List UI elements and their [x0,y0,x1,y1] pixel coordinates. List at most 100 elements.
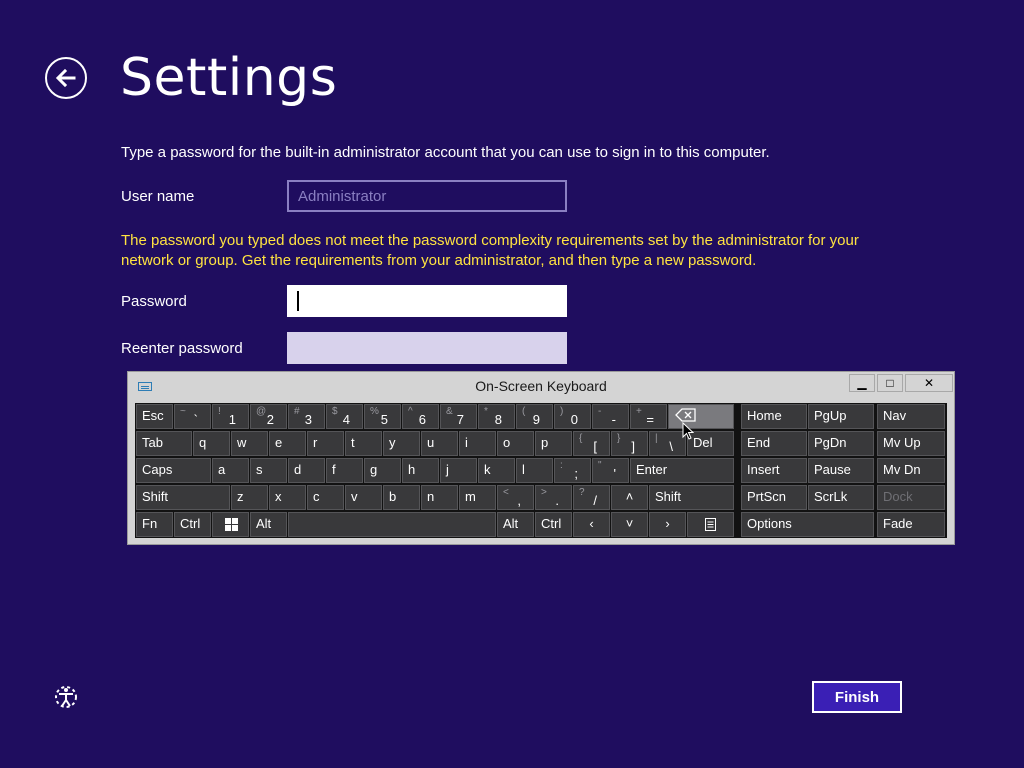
key-mv-dn[interactable]: Mv Dn [877,458,945,483]
key-e[interactable]: e [269,431,306,456]
key-tilde[interactable]: ~ ` [174,404,211,429]
key-slash[interactable]: ? / [573,485,610,510]
key-right-bracket[interactable]: }] [611,431,648,456]
key-mv-up[interactable]: Mv Up [877,431,945,456]
key-right-alt[interactable]: Alt [497,512,534,537]
key-i[interactable]: i [459,431,496,456]
reenter-password-field[interactable] [287,332,567,364]
key-2[interactable]: @2 [250,404,287,429]
key-nav[interactable]: Nav [877,404,945,429]
key-down-arrow[interactable]: ˅ [611,512,648,537]
key-home[interactable]: Home [741,404,807,429]
finish-button[interactable]: Finish [812,681,902,713]
key-right-arrow[interactable]: › [649,512,686,537]
key-3[interactable]: #3 [288,404,325,429]
key-y[interactable]: y [383,431,420,456]
key-a[interactable]: a [212,458,249,483]
key-s[interactable]: s [250,458,287,483]
key-esc[interactable]: Esc [136,404,173,429]
key-backslash[interactable]: | \ [649,431,686,456]
key-insert[interactable]: Insert [741,458,807,483]
key-scrlk[interactable]: ScrLk [808,485,874,510]
key-backspace[interactable] [668,404,734,429]
password-field[interactable] [287,285,567,317]
key-options[interactable]: Options [741,512,874,537]
key-pgdn[interactable]: PgDn [808,431,874,456]
key-minus[interactable]: -- [592,404,629,429]
key-p[interactable]: p [535,431,572,456]
key-o[interactable]: o [497,431,534,456]
key-r[interactable]: r [307,431,344,456]
key-f[interactable]: f [326,458,363,483]
key-d[interactable]: d [288,458,325,483]
key-g[interactable]: g [364,458,401,483]
key-fade[interactable]: Fade [877,512,945,537]
key-pause[interactable]: Pause [808,458,874,483]
key-end[interactable]: End [741,431,807,456]
key-n[interactable]: n [421,485,458,510]
ease-of-access-icon[interactable] [52,683,80,711]
key-6[interactable]: ^ 6 [402,404,439,429]
key-equals[interactable]: + = [630,404,667,429]
key-quote[interactable]: " ' [592,458,629,483]
key-prtscn[interactable]: PrtScn [741,485,807,510]
key-k[interactable]: k [478,458,515,483]
chevron-up-icon: ˄ [625,489,634,504]
key-area: Esc ~ ` ! 1 @2 #3 $4 % 5 ^ 6 & 7 * 8 (9 ) 0 -- … [135,403,947,538]
key-menu[interactable] [687,512,734,537]
key-left-shift[interactable]: Shift [136,485,230,510]
key-m[interactable]: m [459,485,496,510]
windows-logo-icon [225,518,238,531]
key-j[interactable]: j [440,458,477,483]
osk-titlebar[interactable]: On-Screen Keyboard ▁ □ ✕ [128,372,954,402]
key-v[interactable]: v [345,485,382,510]
key-l[interactable]: l [516,458,553,483]
key-period[interactable]: >. [535,485,572,510]
key-pgup[interactable]: PgUp [808,404,874,429]
key-1[interactable]: ! 1 [212,404,249,429]
key-t[interactable]: t [345,431,382,456]
key-left-arrow[interactable]: ‹ [573,512,610,537]
key-fn[interactable]: Fn [136,512,173,537]
back-button[interactable] [45,57,87,99]
key-x[interactable]: x [269,485,306,510]
page-title: Settings [120,48,338,108]
key-semicolon[interactable]: :; [554,458,591,483]
key-up-arrow[interactable]: ˄ [611,485,648,510]
key-comma[interactable]: <, [497,485,534,510]
chevron-down-icon: ˅ [625,516,634,531]
key-space[interactable] [288,512,496,537]
key-del[interactable]: Del [687,431,734,456]
maximize-button[interactable]: □ [877,374,903,392]
key-c[interactable]: c [307,485,344,510]
key-b[interactable]: b [383,485,420,510]
key-4[interactable]: $4 [326,404,363,429]
key-tab[interactable]: Tab [136,431,192,456]
key-q[interactable]: q [193,431,230,456]
key-left-alt[interactable]: Alt [250,512,287,537]
key-7[interactable]: & 7 [440,404,477,429]
close-button[interactable]: ✕ [905,374,953,392]
key-left-ctrl[interactable]: Ctrl [174,512,211,537]
password-error-message: The password you typed does not meet the… [121,232,859,269]
key-right-ctrl[interactable]: Ctrl [535,512,572,537]
key-enter[interactable]: Enter [630,458,734,483]
key-0[interactable]: ) 0 [554,404,591,429]
key-right-shift[interactable]: Shift [649,485,734,510]
key-h[interactable]: h [402,458,439,483]
key-u[interactable]: u [421,431,458,456]
key-w[interactable]: w [231,431,268,456]
key-windows[interactable] [212,512,249,537]
key-caps[interactable]: Caps [136,458,211,483]
key-5[interactable]: % 5 [364,404,401,429]
key-9[interactable]: (9 [516,404,553,429]
username-field[interactable] [287,180,567,212]
reenter-password-label: Reenter password [121,340,243,357]
key-dock[interactable]: Dock [877,485,945,510]
key-z[interactable]: z [231,485,268,510]
key-8[interactable]: * 8 [478,404,515,429]
minimize-button[interactable]: ▁ [849,374,875,392]
back-arrow-icon [55,68,76,88]
key-left-bracket[interactable]: {[ [573,431,610,456]
chevron-right-icon: › [665,516,670,531]
